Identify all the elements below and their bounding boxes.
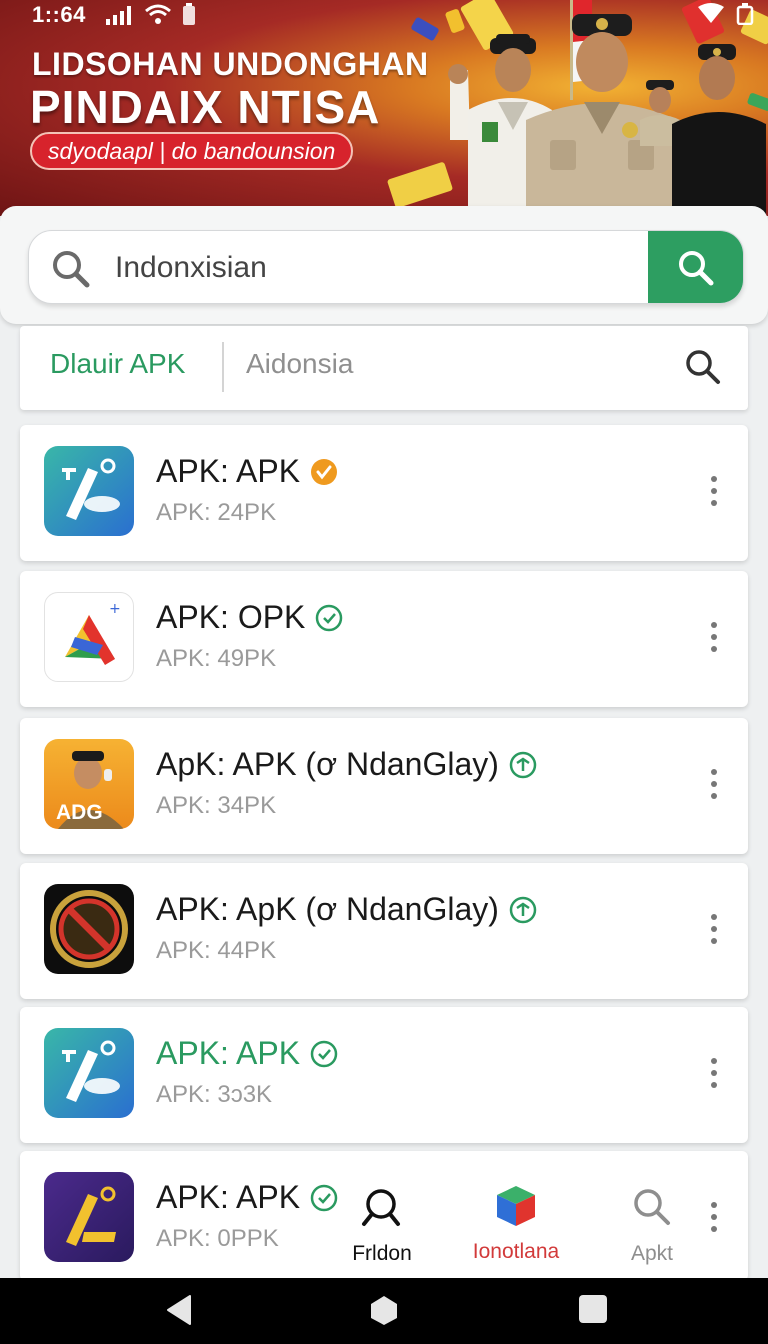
app-name: APK: APK: [156, 1035, 338, 1072]
filter-divider: [222, 342, 224, 392]
app-size: APK: 44PK: [156, 937, 277, 964]
app-name: APK: OPK: [156, 599, 343, 636]
app-name: APK: APK: [156, 453, 338, 490]
promo-banner[interactable]: 1::64 LIDSOHAN UNDONGHAN PINDAIX NTISA s…: [0, 0, 768, 216]
wifi-icon: [145, 4, 171, 24]
app-size: APK: 24PK: [156, 499, 277, 526]
status-bar: 1::64: [0, 0, 768, 28]
search-icon[interactable]: [684, 348, 722, 386]
app-title: APK: APK: [156, 1179, 301, 1215]
app-name: APK: APK: [156, 1179, 338, 1216]
home-icon[interactable]: [368, 1294, 400, 1326]
nav-item-label: Apkt: [630, 1242, 674, 1265]
search-icon: [53, 251, 90, 288]
search-card: Indonxisian: [0, 206, 768, 324]
more-vert-icon[interactable]: [710, 475, 718, 507]
app-list-item[interactable]: APK: ApK (ơ NdanGlay) APK: 44PK: [20, 863, 748, 999]
filter-bar: Dlauir APK Aidonsia: [20, 326, 748, 410]
nav-item-label: Ionotlana: [472, 1240, 560, 1263]
filter-label[interactable]: Dlauir APK: [50, 348, 185, 380]
more-vert-icon[interactable]: [710, 913, 718, 945]
app-size: APK: 34PK: [156, 792, 277, 819]
more-vert-icon[interactable]: [710, 1057, 718, 1089]
app-list-item[interactable]: APK: APK APK: 24PK: [20, 425, 748, 561]
app-title: APK: ApK (ơ NdanGlay): [156, 891, 499, 927]
plus-circle-icon: [509, 896, 537, 923]
recents-icon[interactable]: [578, 1294, 608, 1324]
app-icon: ADG: [44, 739, 134, 829]
banner-subtitle-pill[interactable]: sdyodaapl | do bandounsion: [30, 132, 354, 170]
check-circle-icon: [316, 604, 343, 631]
search-icon: [634, 1189, 670, 1225]
signal-icon: [106, 6, 131, 25]
more-vert-icon[interactable]: [710, 768, 718, 800]
status-time: 1::64: [32, 2, 86, 27]
app-list-item[interactable]: APK: APK APK: 3ɔ3K: [20, 1007, 748, 1143]
app-list-item[interactable]: ADG ApK: APK (ơ NdanGlay) APK: 34PK: [20, 718, 748, 854]
search-input[interactable]: Indonxisian: [115, 251, 267, 285]
banner-headline: PINDAIX NTISA: [30, 81, 381, 133]
search-icon: [678, 251, 713, 286]
app-title: APK: APK: [156, 1035, 301, 1071]
app-icon: +: [44, 592, 134, 682]
app-size: APK: 3ɔ3K: [156, 1081, 273, 1108]
screen: 1::64 LIDSOHAN UNDONGHAN PINDAIX NTISA s…: [0, 0, 768, 1344]
app-title: APK: OPK: [156, 599, 306, 635]
more-vert-icon[interactable]: [710, 621, 718, 653]
nav-item-apk[interactable]: Apkt: [612, 1186, 692, 1266]
nav-item-store[interactable]: Ionotlana: [464, 1182, 568, 1264]
wifi-icon: [698, 3, 724, 23]
app-size: APK: 0PPK: [156, 1225, 279, 1252]
nav-item-label: Frldon: [352, 1242, 412, 1265]
app-icon: [44, 1028, 134, 1118]
app-icon-label: ADG: [56, 801, 103, 824]
svg-text:+: +: [109, 601, 121, 617]
system-navigation-bar: [0, 1278, 768, 1344]
app-icon: [44, 446, 134, 536]
app-title: ApK: APK (ơ NdanGlay): [156, 746, 499, 782]
app-icon: [44, 884, 134, 974]
app-icon: [44, 1172, 134, 1262]
more-vert-icon[interactable]: [710, 1201, 718, 1233]
app-size: APK: 49PK: [156, 645, 277, 672]
cube-icon: [497, 1186, 535, 1226]
battery-icon: [183, 3, 195, 25]
battery-icon: [736, 3, 754, 25]
back-icon[interactable]: [164, 1294, 194, 1326]
banner-title: LIDSOHAN UNDONGHAN: [32, 46, 429, 82]
filter-input[interactable]: Aidonsia: [246, 348, 353, 380]
nav-item-search[interactable]: Frldon: [340, 1186, 424, 1266]
app-title: APK: APK: [156, 453, 301, 489]
officer-illustration: [672, 44, 766, 216]
app-name: ApK: APK (ơ NdanGlay): [156, 746, 537, 783]
check-circle-icon: [310, 1184, 338, 1211]
verified-check-icon: [311, 458, 338, 485]
app-list-item[interactable]: + APK: OPK APK: 49PK: [20, 571, 748, 707]
search-icon: [362, 1189, 400, 1226]
search-button[interactable]: [648, 231, 743, 303]
check-circle-icon: [310, 1040, 338, 1067]
plus-circle-icon: [509, 751, 537, 778]
search-bar[interactable]: Indonxisian: [28, 230, 744, 304]
app-name: APK: ApK (ơ NdanGlay): [156, 891, 537, 928]
